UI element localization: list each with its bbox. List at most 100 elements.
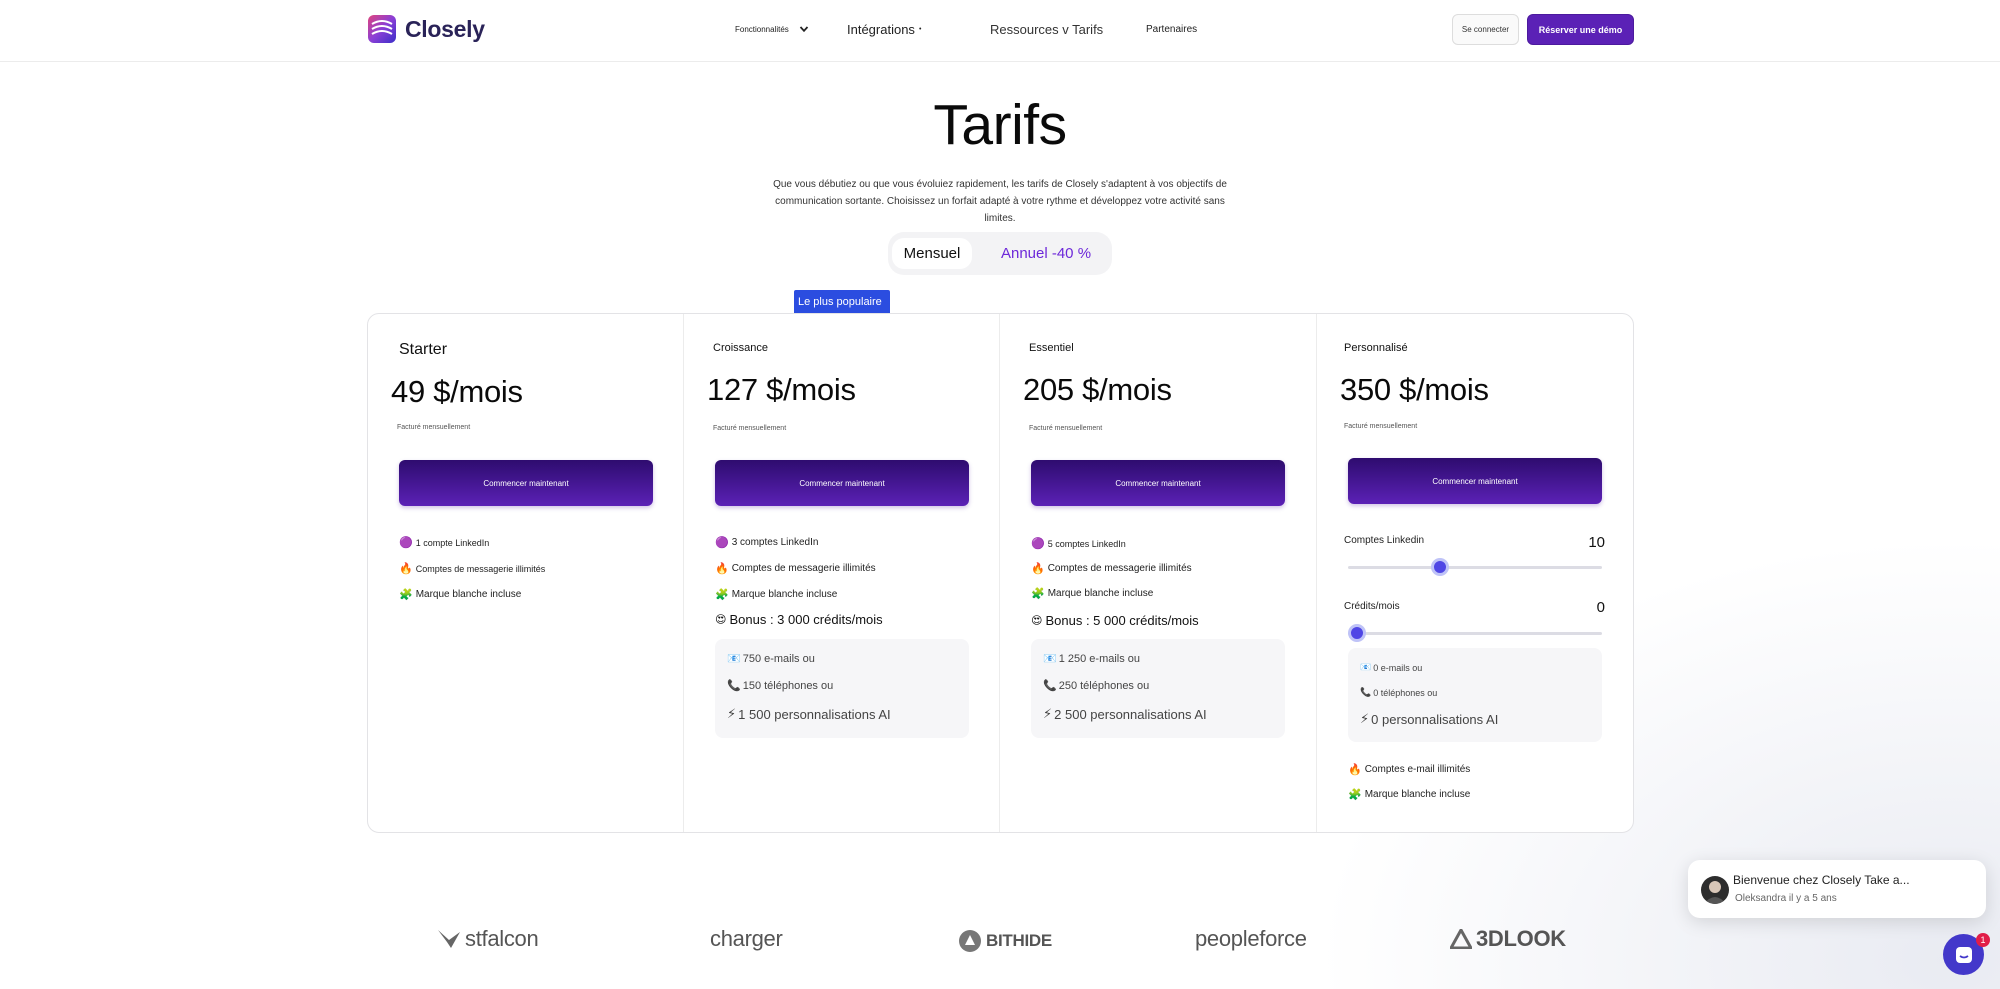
- plan-name: Personnalisé: [1344, 342, 1408, 354]
- logo-stfalcon: stfalcon: [437, 926, 539, 952]
- linkedin-accounts-slider[interactable]: [1348, 558, 1602, 576]
- most-popular-badge: L Le plus populaire: [794, 290, 890, 313]
- closely-logo-icon: [368, 15, 396, 43]
- feature-text: 5 comptes LinkedIn: [1047, 538, 1126, 549]
- nav-integrations[interactable]: Intégrations •: [847, 0, 921, 58]
- bonus-text: Bonus : 3 000 crédits/mois: [729, 612, 883, 627]
- credit-text: 0 téléphones ou: [1373, 687, 1438, 698]
- feature-text: Comptes de messagerie illimités: [415, 563, 546, 574]
- feature-item: 🧩 Marque blanche incluse: [1348, 788, 1470, 801]
- email-icon: 📧: [727, 653, 741, 665]
- logo-peopleforce: peopleforce: [1195, 926, 1307, 952]
- bonus-credits: 😍 Bonus : 3 000 crédits/mois: [715, 612, 883, 627]
- credit-line: ⚡ 1 500 personnalisations AI: [727, 706, 891, 722]
- credit-text: 0 personnalisations AI: [1371, 711, 1499, 727]
- fire-icon: 🔥: [1348, 764, 1362, 776]
- slider-thumb[interactable]: [1431, 558, 1449, 576]
- feature-text: Comptes e-mail illimités: [1364, 764, 1471, 775]
- slider-credits-value: 0: [1596, 599, 1605, 616]
- logo-text: stfalcon: [465, 926, 539, 951]
- feature-item: 🧩 Marque blanche incluse: [715, 588, 837, 601]
- nav-integrations-label: Intégrations: [847, 21, 915, 37]
- feature-item: 🧩 Marque blanche incluse: [1031, 587, 1153, 600]
- toggle-annual[interactable]: Annuel -40 %: [988, 238, 1104, 269]
- fire-icon: 🔥: [1031, 563, 1045, 575]
- pricing-cards: Starter 49 $/mois Facturé mensuellement …: [367, 313, 1634, 833]
- nav-resources-label: Ressources v Tarifs: [990, 21, 1104, 37]
- plan-card-essentiel: Essentiel 205 $/mois Facturé mensuelleme…: [1000, 314, 1317, 832]
- credit-line: 📧 0 e-mails ou: [1360, 662, 1422, 673]
- chat-preview[interactable]: Bienvenue chez Closely Take a... Oleksan…: [1688, 860, 1986, 918]
- toggle-monthly[interactable]: Mensuel: [892, 238, 972, 269]
- fire-icon: 🔥: [715, 563, 729, 575]
- feature-item: 🔥 Comptes de messagerie illimités: [1031, 562, 1192, 575]
- heart-eyes-icon: 😍: [715, 614, 727, 626]
- feature-text: Marque blanche incluse: [415, 589, 522, 600]
- bithide-icon: [959, 930, 981, 952]
- chevron-down-icon: [799, 26, 808, 33]
- most-popular-label: Le plus populaire: [798, 295, 882, 308]
- nav-features[interactable]: Fonctionnalités: [735, 0, 809, 58]
- bonus-credits: 😍 Bonus : 5 000 crédits/mois: [1031, 613, 1199, 628]
- feature-text: 3 comptes LinkedIn: [731, 537, 819, 548]
- slider-thumb[interactable]: [1348, 624, 1366, 642]
- top-nav: Closely Fonctionnalités Intégrations • R…: [0, 0, 2000, 62]
- feature-item: 🟣 1 compte LinkedIn: [399, 536, 489, 549]
- plan-name: Croissance: [713, 342, 769, 354]
- feature-text: Comptes de messagerie illimités: [1047, 563, 1192, 574]
- plan-billing: Facturé mensuellement: [713, 425, 787, 432]
- purple-circle-icon: 🟣: [399, 537, 413, 549]
- bird-icon: [438, 930, 460, 948]
- logo-text: charger: [710, 926, 783, 951]
- credit-line: 📞 0 téléphones ou: [1360, 687, 1437, 698]
- phone-icon: 📞: [727, 680, 741, 692]
- lightning-icon: ⚡: [1043, 706, 1053, 721]
- plan-name: Starter: [399, 341, 448, 358]
- nav-resources[interactable]: Ressources v Tarifs: [990, 0, 1103, 58]
- email-icon: 📧: [1360, 662, 1372, 672]
- phone-icon: 📞: [1043, 680, 1057, 692]
- credits-breakdown: 📧 1 250 e-mails ou 📞 250 téléphones ou ⚡…: [1031, 639, 1285, 738]
- nav-partners[interactable]: Partenaires: [1146, 0, 1197, 58]
- credits-breakdown: 📧 750 e-mails ou 📞 150 téléphones ou ⚡ 1…: [715, 639, 969, 738]
- feature-item: 🔥 Comptes e-mail illimités: [1348, 763, 1470, 776]
- credit-line: 📧 750 e-mails ou: [727, 652, 815, 666]
- feature-item: 🔥 Comptes de messagerie illimités: [715, 562, 876, 575]
- feature-text: Comptes de messagerie illimités: [731, 563, 876, 574]
- start-now-button[interactable]: Commencer maintenant: [399, 460, 653, 506]
- login-button[interactable]: Se connecter: [1452, 14, 1519, 45]
- heart-eyes-icon: 😍: [1031, 615, 1043, 627]
- lightning-icon: ⚡: [727, 706, 737, 721]
- start-now-button[interactable]: Commencer maintenant: [1348, 458, 1602, 504]
- chat-meta: Oleksandra il y a 5 ans: [1735, 893, 1837, 904]
- puzzle-icon: 🧩: [1348, 789, 1362, 801]
- nav-features-label: Fonctionnalités: [735, 24, 789, 34]
- credits-slider[interactable]: [1348, 624, 1602, 642]
- credit-text: 750 e-mails ou: [742, 652, 815, 665]
- plan-billing: Facturé mensuellement: [397, 424, 471, 431]
- credit-line: ⚡ 2 500 personnalisations AI: [1043, 706, 1207, 722]
- logo-text: peopleforce: [1195, 926, 1307, 951]
- brand-logo[interactable]: Closely: [367, 14, 485, 44]
- feature-text: Marque blanche incluse: [1364, 789, 1471, 800]
- feature-text: Marque blanche incluse: [731, 589, 838, 600]
- credit-text: 1 500 personnalisations AI: [738, 706, 891, 722]
- slider-credits-label: Crédits/mois: [1344, 601, 1400, 612]
- feature-text: Marque blanche incluse: [1047, 588, 1154, 599]
- feature-item: 🧩 Marque blanche incluse: [399, 588, 521, 601]
- feature-item: 🟣 3 comptes LinkedIn: [715, 536, 818, 549]
- credit-line: 📞 250 téléphones ou: [1043, 679, 1149, 693]
- plan-card-personnalise: Personnalisé 350 $/mois Facturé mensuell…: [1317, 314, 1633, 832]
- chat-message: Bienvenue chez Closely Take a...: [1733, 873, 1910, 887]
- book-demo-button[interactable]: Réserver une démo: [1527, 14, 1634, 45]
- plan-price: 350 $/mois: [1340, 372, 1489, 407]
- start-now-button[interactable]: Commencer maintenant: [1031, 460, 1285, 506]
- credit-text: 1 250 e-mails ou: [1058, 652, 1141, 665]
- fire-icon: 🔥: [399, 563, 413, 575]
- agent-avatar: [1701, 876, 1729, 904]
- phone-icon: 📞: [1360, 687, 1372, 697]
- purple-circle-icon: 🟣: [1031, 538, 1045, 550]
- dropdown-dot-icon: •: [918, 25, 922, 33]
- start-now-button[interactable]: Commencer maintenant: [715, 460, 969, 506]
- nav-partners-label: Partenaires: [1146, 23, 1198, 35]
